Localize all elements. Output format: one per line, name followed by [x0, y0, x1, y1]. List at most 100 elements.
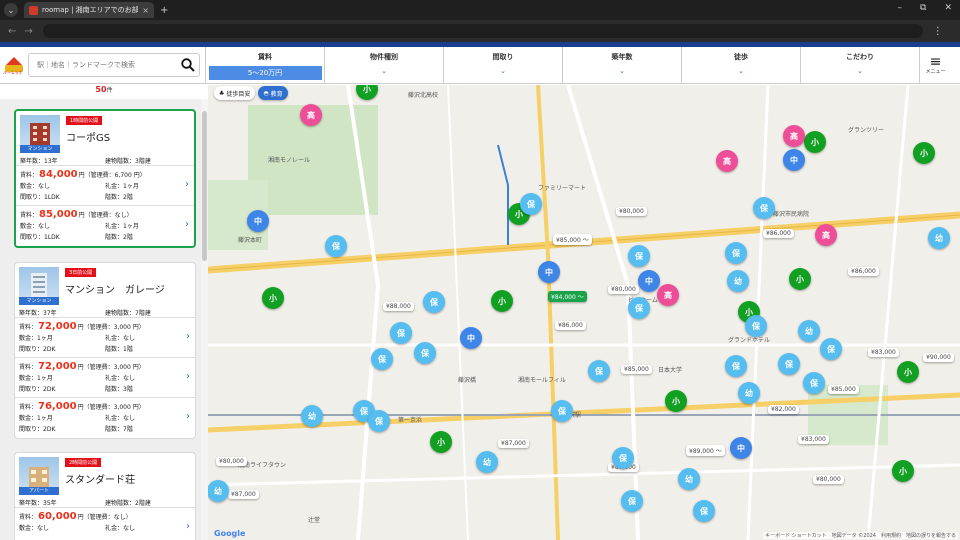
back-icon[interactable]: ←	[8, 26, 16, 37]
high-school-pin[interactable]: 高	[657, 284, 679, 306]
kindergarten-pin[interactable]: 幼	[208, 480, 229, 502]
window-close-icon[interactable]: ✕	[944, 3, 952, 13]
price-marker[interactable]: ¥83,000	[868, 348, 899, 357]
nursery-pin[interactable]: 保	[725, 242, 747, 264]
nursery-pin[interactable]: 保	[612, 447, 634, 469]
menu-button[interactable]: ≡ メニュー	[919, 47, 951, 83]
chevron-right-icon[interactable]: ›	[186, 521, 190, 532]
kindergarten-pin[interactable]: 幼	[798, 320, 820, 342]
price-marker[interactable]: ¥87,000	[228, 490, 259, 499]
junior-high-pin[interactable]: 中	[730, 437, 752, 459]
elementary-school-pin[interactable]: 小	[430, 431, 452, 453]
filter-rent[interactable]: 賃料 5～20万円	[205, 47, 324, 84]
elementary-school-pin[interactable]: 小	[665, 390, 687, 412]
kindergarten-pin[interactable]: 幼	[928, 227, 950, 249]
site-logo[interactable]: ルームラボ	[0, 47, 28, 84]
filter-preferences[interactable]: こだわり ⌄	[800, 47, 919, 84]
address-input[interactable]	[42, 24, 923, 38]
junior-high-pin[interactable]: 中	[638, 270, 660, 292]
nursery-pin[interactable]: 保	[753, 197, 775, 219]
nursery-pin[interactable]: 保	[520, 193, 542, 215]
nursery-pin[interactable]: 保	[745, 315, 767, 337]
elementary-school-pin[interactable]: 小	[491, 290, 513, 312]
price-marker[interactable]: ¥86,000	[763, 229, 794, 238]
nursery-pin[interactable]: 保	[368, 410, 390, 432]
search-icon[interactable]	[177, 58, 199, 72]
price-marker[interactable]: ¥86,000	[848, 267, 879, 276]
nursery-pin[interactable]: 保	[390, 322, 412, 344]
filter-layout[interactable]: 間取り ⌄	[443, 47, 562, 84]
filter-property-type[interactable]: 物件種別 ⌄	[324, 47, 443, 84]
high-school-pin[interactable]: 高	[815, 224, 837, 246]
nursery-pin[interactable]: 保	[371, 348, 393, 370]
elementary-school-pin[interactable]: 小	[262, 287, 284, 309]
chevron-right-icon[interactable]: ›	[186, 411, 190, 422]
price-marker-selected[interactable]: ¥84,000 ～	[548, 291, 587, 302]
price-marker[interactable]: ¥85,000	[828, 385, 859, 394]
kindergarten-pin[interactable]: 幼	[727, 270, 749, 292]
nursery-pin[interactable]: 保	[693, 500, 715, 522]
price-marker[interactable]: ¥85,000	[621, 365, 652, 374]
price-marker[interactable]: ¥82,000	[768, 405, 799, 414]
elementary-school-pin[interactable]: 小	[789, 268, 811, 290]
nursery-pin[interactable]: 保	[820, 338, 842, 360]
nursery-pin[interactable]: 保	[414, 342, 436, 364]
price-marker[interactable]: ¥80,000	[608, 285, 639, 294]
price-marker[interactable]: ¥90,000	[923, 353, 954, 362]
education-button[interactable]: ◓ 教育	[258, 86, 288, 100]
nursery-pin[interactable]: 保	[725, 355, 747, 377]
filter-walk[interactable]: 徒歩 ⌄	[681, 47, 800, 84]
nursery-pin[interactable]: 保	[628, 245, 650, 267]
scroll-thumb[interactable]	[202, 111, 207, 261]
elementary-school-pin[interactable]: 小	[913, 142, 935, 164]
browser-tab[interactable]: roomap | 湘南エリアでのお部屋探 ×	[24, 2, 154, 18]
price-marker[interactable]: ¥85,000 ～	[553, 234, 592, 245]
rent-range-value[interactable]: 5～20万円	[208, 66, 322, 80]
room-row[interactable]: 賃料： 60,000 円（管理費：なし） 敷金：なし 礼金：なし ›	[15, 508, 195, 540]
price-marker[interactable]: ¥88,000	[383, 302, 414, 311]
price-marker[interactable]: ¥80,000	[616, 207, 647, 216]
minimize-icon[interactable]: –	[898, 3, 903, 13]
junior-high-pin[interactable]: 中	[783, 149, 805, 171]
close-tab-icon[interactable]: ×	[142, 6, 149, 15]
price-marker[interactable]: ¥89,000 ～	[686, 445, 725, 456]
kindergarten-pin[interactable]: 幼	[678, 468, 700, 490]
forward-icon[interactable]: →	[24, 26, 32, 37]
filter-age[interactable]: 築年数 ⌄	[562, 47, 681, 84]
junior-high-pin[interactable]: 中	[247, 210, 269, 232]
chevron-right-icon[interactable]: ›	[185, 179, 189, 190]
high-school-pin[interactable]: 高	[783, 125, 805, 147]
property-card[interactable]: マンション 1時間前公開 コーポGS 築年数：13年 建物階数：3階建 賃料： 84…	[14, 109, 196, 248]
walk-guide-button[interactable]: ♣ 徒歩目安	[214, 86, 256, 100]
elementary-school-pin[interactable]: 小	[892, 460, 914, 482]
chevron-right-icon[interactable]: ›	[185, 219, 189, 230]
kindergarten-pin[interactable]: 幼	[738, 382, 760, 404]
nursery-pin[interactable]: 保	[551, 400, 573, 422]
nursery-pin[interactable]: 保	[778, 353, 800, 375]
price-marker[interactable]: ¥86,000	[555, 321, 586, 330]
price-marker[interactable]: ¥87,000	[498, 439, 529, 448]
browser-menu-icon[interactable]: ⋮	[933, 26, 943, 37]
price-marker[interactable]: ¥83,000	[798, 435, 829, 444]
elementary-school-pin[interactable]: 小	[897, 361, 919, 383]
search-input[interactable]: 駅｜地名｜ランドマークで検索	[28, 53, 200, 77]
junior-high-pin[interactable]: 中	[538, 261, 560, 283]
map-attribution[interactable]: キーボード ショートカット 地図データ ©2024 利用規約 地図の誤りを報告す…	[763, 532, 958, 539]
kindergarten-pin[interactable]: 幼	[476, 451, 498, 473]
property-card[interactable]: アパート 2時間前公開 スタンダード荘 築年数：35年 建物階数：2階建 賃料： 6…	[14, 452, 196, 540]
sidebar-scrollbar[interactable]	[201, 99, 208, 540]
nursery-pin[interactable]: 保	[621, 490, 643, 512]
nursery-pin[interactable]: 保	[325, 235, 347, 257]
room-row[interactable]: 賃料： 72,000 円（管理費：3,000 円） 敷金：1ヶ月 礼金：なし 間取り：…	[15, 318, 195, 358]
property-card[interactable]: マンション 3日前公開 マンション ガレージ 築年数：37年 建物階数：7階建 賃…	[14, 262, 196, 439]
junior-high-pin[interactable]: 中	[460, 327, 482, 349]
high-school-pin[interactable]: 高	[716, 150, 738, 172]
chevron-right-icon[interactable]: ›	[186, 331, 190, 342]
room-row[interactable]: 賃料： 85,000 円（管理費：なし） 敷金：なし 礼金：1ヶ月 間取り：1LDK 階…	[16, 206, 194, 246]
new-tab-button[interactable]: +	[160, 5, 168, 16]
tab-search-button[interactable]: ⌄	[4, 3, 18, 17]
nursery-pin[interactable]: 保	[803, 372, 825, 394]
room-row[interactable]: 賃料： 76,000 円（管理費：3,000 円） 敷金：1ヶ月 礼金：なし 間取り：…	[15, 398, 195, 438]
maximize-icon[interactable]: ⧉	[920, 3, 926, 13]
room-row[interactable]: 賃料： 72,000 円（管理費：3,000 円） 敷金：1ヶ月 礼金：なし 間取り：…	[15, 358, 195, 398]
